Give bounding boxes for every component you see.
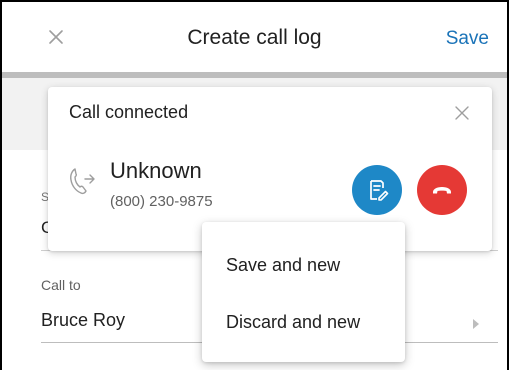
edit-note-icon bbox=[370, 180, 389, 201]
incoming-call-icon bbox=[70, 168, 95, 195]
save-options-menu: Save and new Discard and new bbox=[202, 222, 405, 362]
frame-border-left bbox=[0, 0, 2, 370]
menu-item-discard-and-new[interactable]: Discard and new bbox=[202, 297, 405, 347]
page-title: Create call log bbox=[187, 26, 322, 49]
close-icon bbox=[455, 106, 469, 120]
call-card-title: Call connected bbox=[69, 102, 189, 122]
caller-phone: (800) 230-9875 bbox=[110, 193, 213, 210]
hang-up-icon bbox=[433, 187, 451, 194]
hang-up-button[interactable] bbox=[417, 165, 467, 215]
add-note-button[interactable] bbox=[352, 165, 402, 215]
menu-item-save-and-new[interactable]: Save and new bbox=[202, 240, 405, 290]
caller-name: Unknown bbox=[110, 158, 202, 183]
frame-border-top bbox=[0, 0, 509, 2]
card-close-button[interactable] bbox=[452, 103, 472, 123]
create-call-log-screen: Create call log Save S C Call to Bruce R… bbox=[0, 0, 509, 370]
app-header: Create call log Save bbox=[0, 0, 509, 72]
save-button[interactable]: Save bbox=[446, 28, 489, 50]
